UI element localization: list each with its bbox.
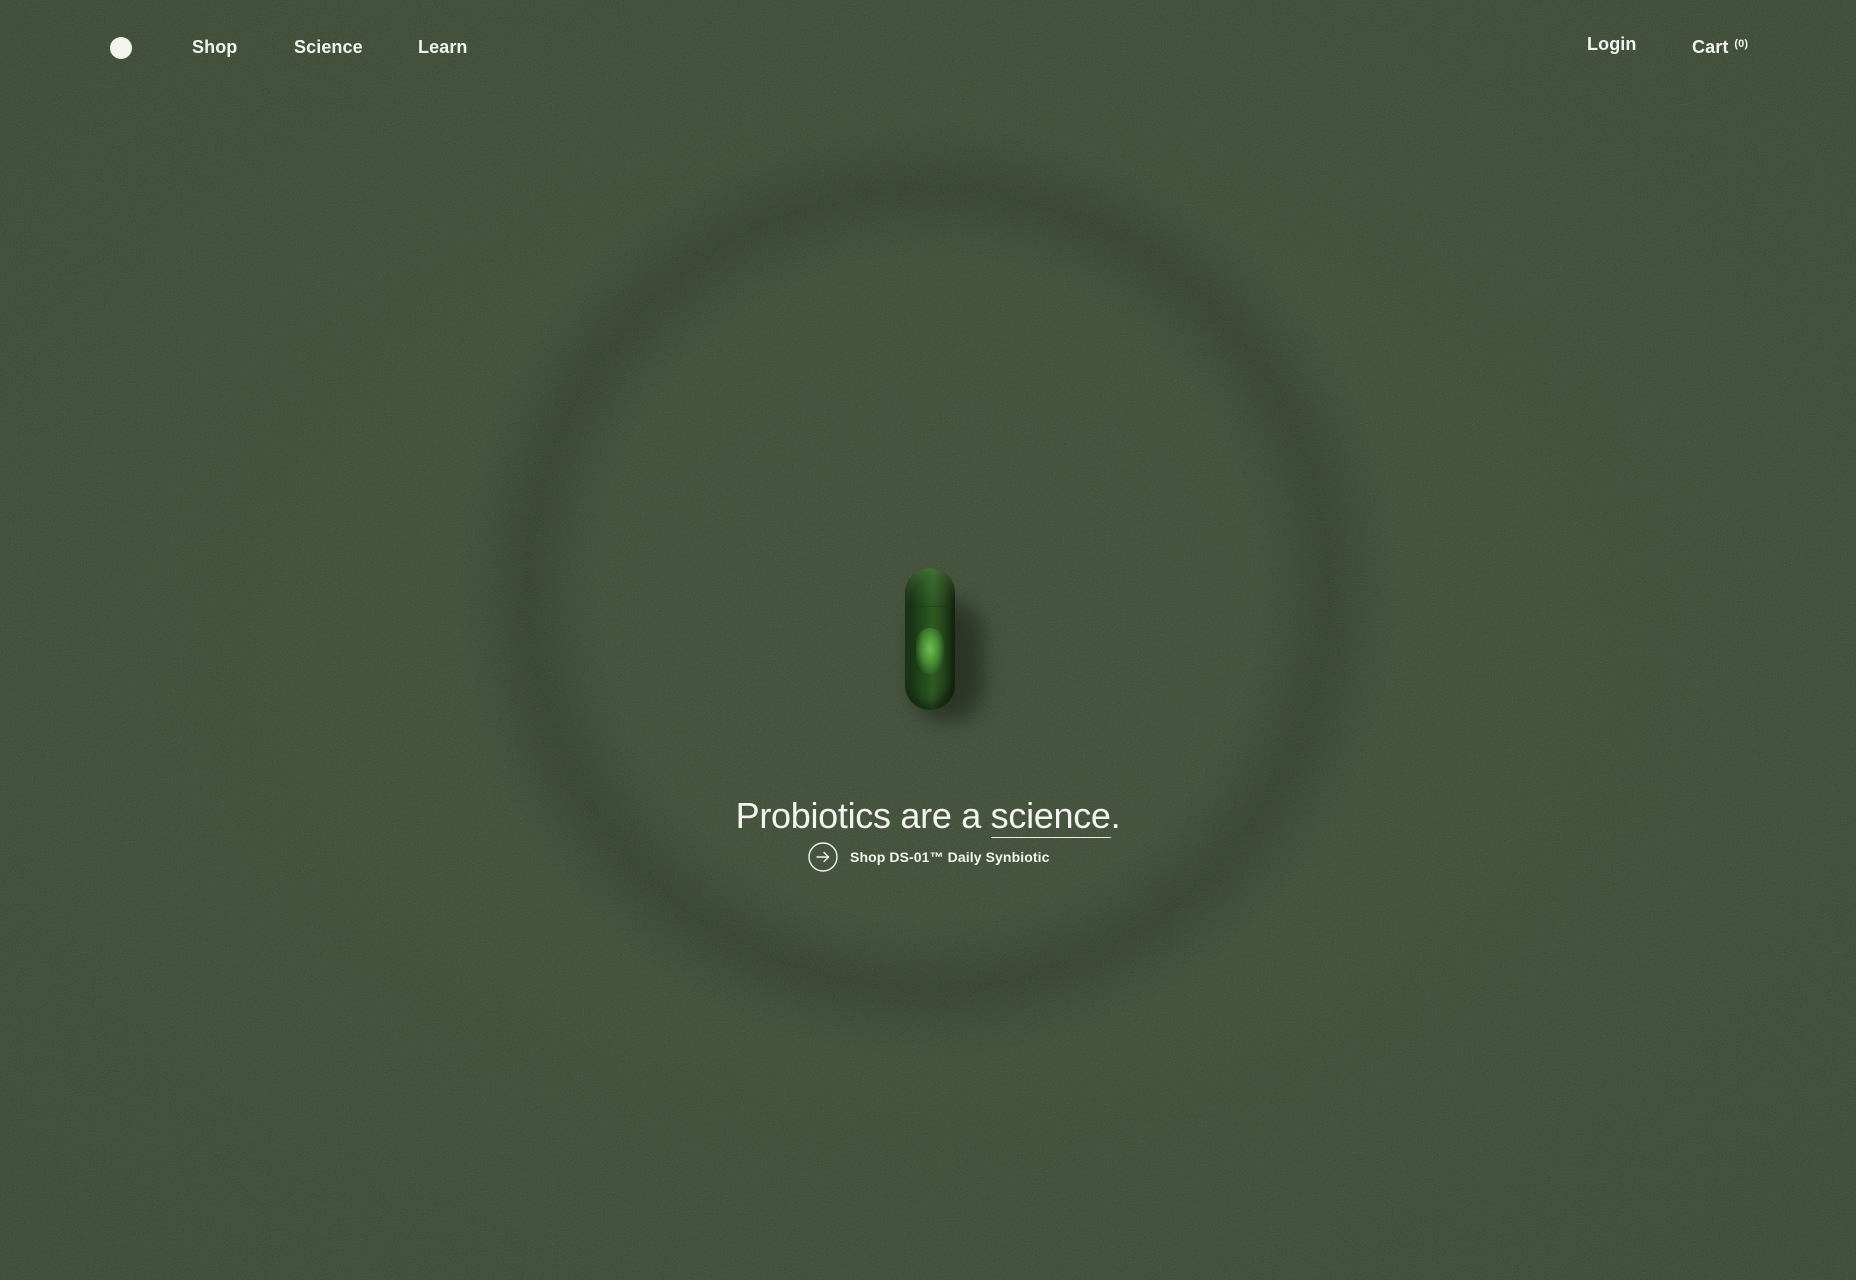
shop-ds01-button[interactable]: Shop DS-01™ Daily Synbiotic xyxy=(808,840,1050,874)
nav-link-learn[interactable]: Learn xyxy=(418,36,468,58)
cart-count: (0) xyxy=(1734,38,1749,50)
nav-link-science[interactable]: Science xyxy=(294,36,363,58)
headline-prefix: Probiotics are a xyxy=(735,795,991,837)
nav-link-shop[interactable]: Shop xyxy=(192,36,237,58)
top-navigation: Shop Science Learn Login Cart (0) xyxy=(0,0,1856,96)
headline-suffix: . xyxy=(1110,795,1121,837)
shop-ds01-label: Shop DS-01™ Daily Synbiotic xyxy=(850,849,1050,865)
circle-logo-icon[interactable] xyxy=(110,37,132,59)
arrow-right-circle-icon xyxy=(808,842,838,872)
headline-science-link[interactable]: science xyxy=(990,795,1111,839)
cart-link[interactable]: Cart (0) xyxy=(1692,33,1748,58)
capsule-cap xyxy=(905,568,955,607)
capsule-image xyxy=(905,568,955,710)
login-link[interactable]: Login xyxy=(1587,33,1636,55)
capsule-glow xyxy=(916,628,944,674)
hero-headline: Probiotics are a science. xyxy=(0,794,1856,839)
cart-label: Cart xyxy=(1692,37,1729,57)
